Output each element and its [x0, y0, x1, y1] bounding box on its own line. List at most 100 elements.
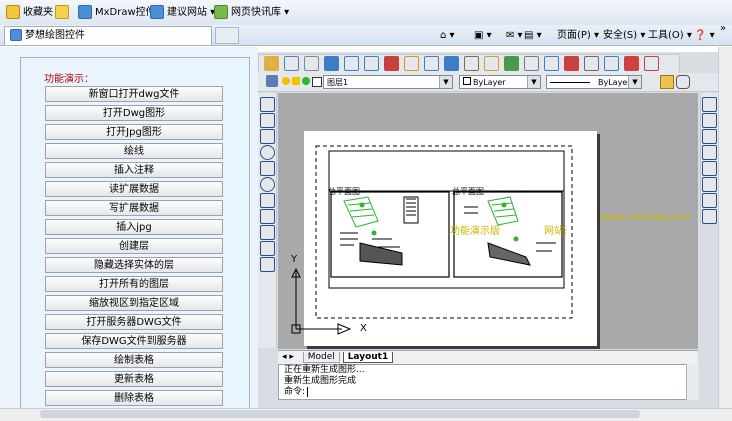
color-combo[interactable]: ByLayer ▼ — [459, 75, 541, 89]
layer-lock-icon — [312, 77, 322, 87]
function-button[interactable]: 打开Dwg图形 — [45, 105, 223, 121]
rotate-icon[interactable] — [702, 145, 717, 160]
scale-icon[interactable] — [702, 161, 717, 176]
page-vertical-scrollbar[interactable] — [718, 47, 732, 408]
layer-manager-icon[interactable] — [266, 75, 278, 87]
arc-icon[interactable] — [260, 129, 275, 144]
zoom-extents-icon[interactable] — [444, 56, 459, 71]
favorite-link-web-slice[interactable]: 网页快讯库 ▾ — [214, 5, 289, 20]
trim-icon[interactable] — [702, 209, 717, 224]
feeds-icon[interactable]: ▣ ▾ — [474, 29, 492, 42]
hatch-icon[interactable] — [260, 225, 275, 240]
function-button[interactable]: 打开服务器DWG文件 — [45, 314, 223, 330]
tab-layout1[interactable]: Layout1 — [342, 352, 394, 363]
redo-icon[interactable] — [584, 56, 599, 71]
print-icon[interactable]: ▤ ▾ — [524, 29, 542, 42]
function-button[interactable]: 读扩展数据 — [45, 181, 223, 197]
offset-icon[interactable] — [702, 177, 717, 192]
ellipse-icon[interactable] — [260, 177, 275, 192]
favorite-link-mxdraw[interactable]: MxDraw控件 — [78, 5, 156, 20]
properties-icon[interactable] — [660, 75, 674, 89]
function-button[interactable]: 删除表格 — [45, 390, 223, 406]
safety-menu[interactable]: 安全(S) ▾ — [603, 29, 645, 42]
chevron-down-icon[interactable]: ▼ — [439, 76, 452, 88]
viewport-frame — [315, 145, 573, 319]
browser-tab[interactable]: 梦想绘图控件 — [4, 26, 212, 45]
function-button[interactable]: 更新表格 — [45, 371, 223, 387]
zoom-window-icon[interactable] — [324, 56, 339, 71]
text-icon[interactable] — [260, 241, 275, 256]
favorite-link-suggested-sites[interactable]: 建议网站 ▾ — [150, 5, 215, 20]
function-button[interactable]: 打开所有的图层 — [45, 276, 223, 292]
layer-combo[interactable]: 图层1 ▼ — [323, 75, 453, 89]
favorites-button[interactable]: 收藏夹 — [6, 5, 53, 20]
save-icon[interactable] — [284, 56, 299, 71]
pan-icon[interactable] — [384, 56, 399, 71]
pdf-icon[interactable] — [624, 56, 639, 71]
mail-icon[interactable]: ✉ ▾ — [506, 29, 523, 42]
function-button[interactable]: 新窗口打开dwg文件 — [45, 86, 223, 102]
function-button[interactable]: 打开Jpg图形 — [45, 124, 223, 140]
zoom-out-icon[interactable] — [364, 56, 379, 71]
command-scrollbar[interactable] — [686, 364, 699, 400]
undo-icon[interactable] — [564, 56, 579, 71]
rotate-icon[interactable] — [524, 56, 539, 71]
function-button[interactable]: 绘制表格 — [45, 352, 223, 368]
function-button[interactable]: 绘线 — [45, 143, 223, 159]
move-icon[interactable] — [702, 129, 717, 144]
erase-icon[interactable] — [702, 97, 717, 112]
horizontal-scroll-thumb[interactable] — [40, 410, 640, 418]
linetype-combo[interactable]: ByLayer ▼ — [546, 75, 642, 89]
help-menu[interactable]: ❓ ▾ — [694, 29, 715, 42]
point-icon[interactable] — [260, 209, 275, 224]
rectangle-icon[interactable] — [260, 113, 275, 128]
circle-icon[interactable] — [260, 145, 275, 160]
mirror-icon[interactable] — [702, 193, 717, 208]
layer-color-icon — [302, 77, 310, 85]
function-button[interactable]: 缩放视区到指定区域 — [45, 295, 223, 311]
pencil-icon[interactable] — [484, 56, 499, 71]
move-icon[interactable] — [464, 56, 479, 71]
add-favorite-icon[interactable] — [55, 5, 72, 20]
command-prompt[interactable]: 命令: — [284, 387, 697, 398]
function-button[interactable]: 保存DWG文件到服务器 — [45, 333, 223, 349]
marker-dot — [359, 202, 365, 208]
watermark-text: 功能演示版 — [450, 226, 500, 237]
function-button[interactable]: 插入注释 — [45, 162, 223, 178]
function-button[interactable]: 创建层 — [45, 238, 223, 254]
export-icon[interactable] — [644, 56, 659, 71]
spline-icon[interactable] — [260, 161, 275, 176]
command-history-line: 重新生成图形完成 — [284, 376, 357, 386]
zoom-in-icon[interactable] — [344, 56, 359, 71]
new-tab-button[interactable] — [215, 27, 239, 44]
revcloud-icon[interactable] — [260, 193, 275, 208]
tab-model[interactable]: Model — [302, 352, 340, 363]
print-icon[interactable] — [304, 56, 319, 71]
function-button[interactable]: 写扩展数据 — [45, 200, 223, 216]
copy-icon[interactable] — [702, 113, 717, 128]
function-heading: 功能演示： — [44, 74, 94, 85]
tab-nav-arrows[interactable]: ◂ ▸ — [282, 352, 294, 362]
function-button[interactable]: 插入jpg — [45, 219, 223, 235]
tools-menu[interactable]: 工具(O) ▾ — [648, 29, 692, 42]
marker-dot — [501, 202, 507, 208]
open-icon[interactable] — [264, 56, 279, 71]
chevron-down-icon[interactable]: ▼ — [527, 76, 540, 88]
watermark-url: www.mxdraw.com — [600, 212, 691, 223]
chevron-down-icon[interactable]: ▼ — [628, 76, 641, 88]
zoom-all-icon[interactable] — [424, 56, 439, 71]
overflow-chevron-icon[interactable]: » — [720, 22, 726, 35]
render-icon[interactable] — [604, 56, 619, 71]
command-window: 正在重新生成图形... 重新生成图形完成 命令: — [278, 364, 698, 400]
function-button[interactable]: 隐藏选择实体的层 — [45, 257, 223, 273]
layout-tab-bar: ◂ ▸ Model Layout1 — [278, 350, 698, 364]
measure-icon[interactable] — [544, 56, 559, 71]
line-icon[interactable] — [260, 97, 275, 112]
layer-icon[interactable] — [504, 56, 519, 71]
page-menu[interactable]: 页面(P) ▾ — [557, 29, 599, 42]
block-icon[interactable] — [260, 257, 275, 272]
light-icon[interactable] — [404, 56, 419, 71]
match-properties-icon[interactable] — [676, 75, 690, 89]
drawing-title-right: 总平面图 — [452, 187, 484, 196]
home-icon[interactable]: ⌂ ▾ — [440, 29, 455, 42]
